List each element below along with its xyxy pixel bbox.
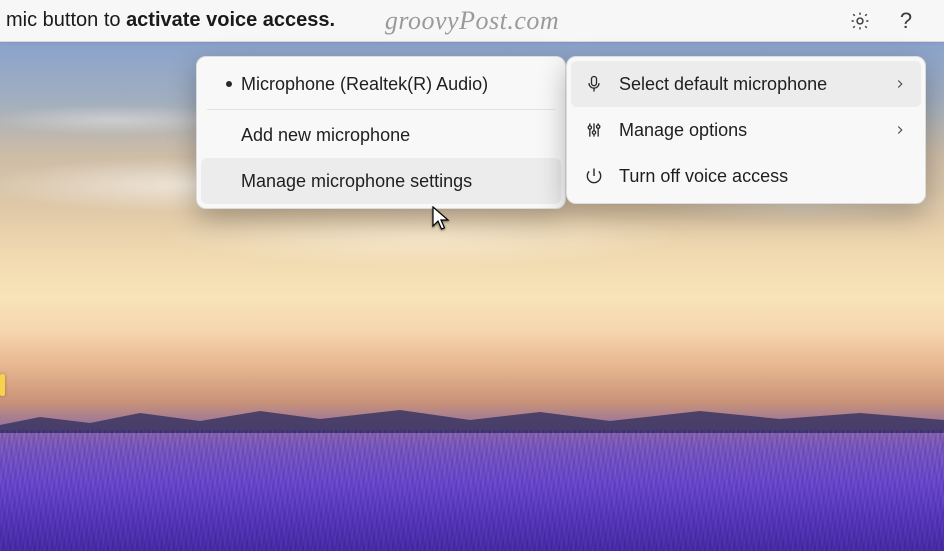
- bar-actions: ?: [844, 5, 944, 37]
- gear-icon: [849, 10, 871, 32]
- voice-access-message: mic button to activate voice access.: [0, 9, 335, 32]
- bullet-icon: [217, 81, 241, 87]
- menu-item-select-microphone[interactable]: Select default microphone: [571, 61, 921, 107]
- menu-item-turn-off[interactable]: Turn off voice access: [571, 153, 921, 199]
- wallpaper-field: [0, 430, 944, 551]
- message-bold: activate voice access.: [126, 9, 335, 31]
- menu-item-label: Select default microphone: [619, 74, 879, 95]
- submenu-item-realtek[interactable]: Microphone (Realtek(R) Audio): [201, 61, 561, 107]
- submenu-item-manage-mic[interactable]: Manage microphone settings: [201, 158, 561, 204]
- microphone-icon: [583, 74, 605, 94]
- menu-item-label: Manage options: [619, 120, 879, 141]
- submenu-label: Add new microphone: [241, 125, 545, 146]
- menu-item-manage-options[interactable]: Manage options: [571, 107, 921, 153]
- chevron-right-icon: [893, 123, 907, 137]
- watermark-text: groovyPost.com: [385, 6, 559, 36]
- submenu-divider: [207, 109, 555, 110]
- submenu-label: Manage microphone settings: [241, 171, 545, 192]
- microphone-submenu: Microphone (Realtek(R) Audio) Add new mi…: [196, 56, 566, 209]
- chevron-right-icon: [893, 77, 907, 91]
- voice-access-bar: mic button to activate voice access. gro…: [0, 0, 944, 42]
- edge-marker: [0, 374, 5, 396]
- power-icon: [583, 166, 605, 186]
- submenu-label: Microphone (Realtek(R) Audio): [241, 74, 545, 95]
- submenu-item-add-mic[interactable]: Add new microphone: [201, 112, 561, 158]
- menu-item-label: Turn off voice access: [619, 166, 907, 187]
- message-prefix: mic button to: [6, 9, 126, 31]
- sliders-icon: [583, 120, 605, 140]
- help-button[interactable]: ?: [890, 5, 922, 37]
- settings-menu: Select default microphone Manage options…: [566, 56, 926, 204]
- help-icon: ?: [900, 8, 912, 34]
- settings-button[interactable]: [844, 5, 876, 37]
